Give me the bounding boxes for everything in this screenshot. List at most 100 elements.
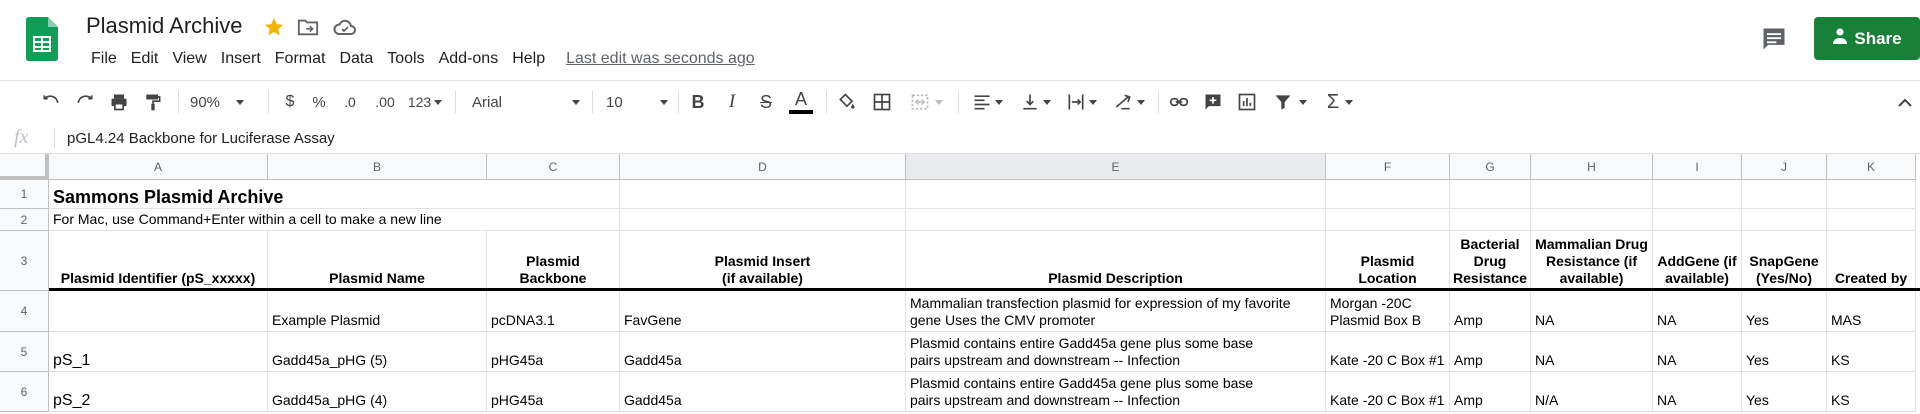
- cell-description[interactable]: Plasmid contains entire Gadd45a gene plu…: [906, 332, 1326, 372]
- redo-icon[interactable]: [72, 89, 98, 115]
- font-size-select[interactable]: 10: [606, 89, 668, 115]
- cell-bacterial[interactable]: Amp: [1450, 291, 1531, 332]
- header-snapgene[interactable]: SnapGene (Yes/No): [1742, 231, 1827, 291]
- align-left-icon[interactable]: [968, 89, 1006, 115]
- header-created-by[interactable]: Created by: [1827, 231, 1916, 291]
- header-plasmid-identifier[interactable]: Plasmid Identifier (pS_xxxxx): [49, 231, 268, 291]
- row-header-4[interactable]: 4: [0, 291, 49, 332]
- cell[interactable]: [1326, 209, 1450, 231]
- cell-addgene[interactable]: NA: [1653, 332, 1742, 372]
- cell-backbone[interactable]: pcDNA3.1: [487, 291, 620, 332]
- last-edit-link[interactable]: Last edit was seconds ago: [566, 50, 755, 68]
- more-formats-button[interactable]: 123: [405, 89, 445, 115]
- col-header-j[interactable]: J: [1742, 154, 1827, 180]
- header-plasmid-backbone[interactable]: Plasmid Backbone: [487, 231, 620, 291]
- header-plasmid-insert[interactable]: Plasmid Insert (if available): [620, 231, 906, 291]
- cell-bacterial[interactable]: Amp: [1450, 332, 1531, 372]
- currency-format-button[interactable]: $: [278, 89, 302, 115]
- cell-created-by[interactable]: KS: [1827, 332, 1916, 372]
- col-header-a[interactable]: A: [49, 154, 268, 180]
- decrease-decimal-button[interactable]: .0: [337, 89, 363, 115]
- sheet-title-cell[interactable]: Sammons Plasmid Archive: [49, 180, 487, 209]
- menu-file[interactable]: File: [84, 50, 124, 68]
- rotate-icon[interactable]: [1108, 89, 1148, 115]
- cell[interactable]: [1742, 209, 1827, 231]
- cell[interactable]: [620, 180, 906, 209]
- row-header-3[interactable]: 3: [0, 231, 49, 291]
- cell-identifier[interactable]: [49, 291, 268, 332]
- cell[interactable]: [1653, 209, 1742, 231]
- header-plasmid-name[interactable]: Plasmid Name: [268, 231, 487, 291]
- header-plasmid-description[interactable]: Plasmid Description: [906, 231, 1326, 291]
- paint-format-icon[interactable]: [140, 89, 166, 115]
- italic-icon[interactable]: I: [720, 89, 744, 115]
- collapse-toolbar-icon[interactable]: [1894, 89, 1916, 115]
- cell-insert[interactable]: Gadd45a: [620, 332, 906, 372]
- cell-location[interactable]: Kate -20 C Box #1: [1326, 332, 1450, 372]
- print-icon[interactable]: [106, 89, 132, 115]
- cell[interactable]: [1450, 209, 1531, 231]
- cell[interactable]: [1450, 180, 1531, 209]
- col-header-b[interactable]: B: [268, 154, 487, 180]
- text-color-icon[interactable]: A: [788, 89, 814, 115]
- col-header-c[interactable]: C: [487, 154, 620, 180]
- formula-input[interactable]: pGL4.24 Backbone for Luciferase Assay: [67, 130, 335, 147]
- row-header-2[interactable]: 2: [0, 209, 49, 231]
- col-header-i[interactable]: I: [1653, 154, 1742, 180]
- cell-name[interactable]: Example Plasmid: [268, 291, 487, 332]
- cell[interactable]: [906, 209, 1326, 231]
- cell[interactable]: [487, 180, 620, 209]
- cell-mammalian[interactable]: NA: [1531, 332, 1653, 372]
- functions-icon[interactable]: Σ: [1320, 89, 1360, 115]
- comment-add-icon[interactable]: [1200, 89, 1226, 115]
- cell-insert[interactable]: Gadd45a: [620, 372, 906, 412]
- move-folder-icon[interactable]: [295, 14, 321, 40]
- menu-format[interactable]: Format: [268, 50, 333, 68]
- star-icon[interactable]: [261, 14, 287, 40]
- wrap-icon[interactable]: [1062, 89, 1100, 115]
- zoom-select[interactable]: 90%: [190, 89, 254, 115]
- col-header-f[interactable]: F: [1326, 154, 1450, 180]
- sheets-logo-icon[interactable]: [26, 17, 58, 61]
- cell-created-by[interactable]: MAS: [1827, 291, 1916, 332]
- cell-addgene[interactable]: NA: [1653, 291, 1742, 332]
- cell-backbone[interactable]: pHG45a: [487, 332, 620, 372]
- header-mammalian-resistance[interactable]: Mammalian Drug Resistance (if available): [1531, 231, 1653, 291]
- cell[interactable]: [1531, 209, 1653, 231]
- cell-location[interactable]: Morgan -20C Plasmid Box B: [1326, 291, 1450, 332]
- cell-identifier[interactable]: pS_1: [49, 332, 268, 372]
- cell[interactable]: [1653, 180, 1742, 209]
- cell-snapgene[interactable]: Yes: [1742, 291, 1827, 332]
- menu-edit[interactable]: Edit: [124, 50, 166, 68]
- row-header-6[interactable]: 6: [0, 372, 49, 412]
- select-all-corner[interactable]: [0, 154, 49, 180]
- cell-name[interactable]: Gadd45a_pHG (5): [268, 332, 487, 372]
- menu-view[interactable]: View: [165, 50, 213, 68]
- cell-insert[interactable]: FavGene: [620, 291, 906, 332]
- menu-data[interactable]: Data: [332, 50, 380, 68]
- bold-icon[interactable]: B: [686, 89, 710, 115]
- cloud-status-icon[interactable]: [332, 14, 358, 40]
- cell-snapgene[interactable]: Yes: [1742, 372, 1827, 412]
- merge-icon[interactable]: [904, 89, 948, 115]
- undo-icon[interactable]: [38, 89, 64, 115]
- cell-description[interactable]: Plasmid contains entire Gadd45a gene plu…: [906, 372, 1326, 412]
- cell-bacterial[interactable]: Amp: [1450, 372, 1531, 412]
- cell-created-by[interactable]: KS: [1827, 372, 1916, 412]
- cell[interactable]: [1531, 180, 1653, 209]
- row-header-5[interactable]: 5: [0, 332, 49, 372]
- cell-description[interactable]: Mammalian transfection plasmid for expre…: [906, 291, 1326, 332]
- cell-identifier[interactable]: pS_2: [49, 372, 268, 412]
- col-header-g[interactable]: G: [1450, 154, 1531, 180]
- col-header-d[interactable]: D: [620, 154, 906, 180]
- link-icon[interactable]: [1166, 89, 1192, 115]
- cell[interactable]: [1742, 180, 1827, 209]
- cell-mammalian[interactable]: NA: [1531, 291, 1653, 332]
- borders-icon[interactable]: [869, 89, 895, 115]
- menu-insert[interactable]: Insert: [214, 50, 268, 68]
- share-button[interactable]: Share: [1814, 17, 1920, 60]
- percent-format-button[interactable]: %: [307, 89, 331, 115]
- cell[interactable]: [1827, 180, 1916, 209]
- header-plasmid-location[interactable]: Plasmid Location: [1326, 231, 1450, 291]
- cell[interactable]: [1827, 209, 1916, 231]
